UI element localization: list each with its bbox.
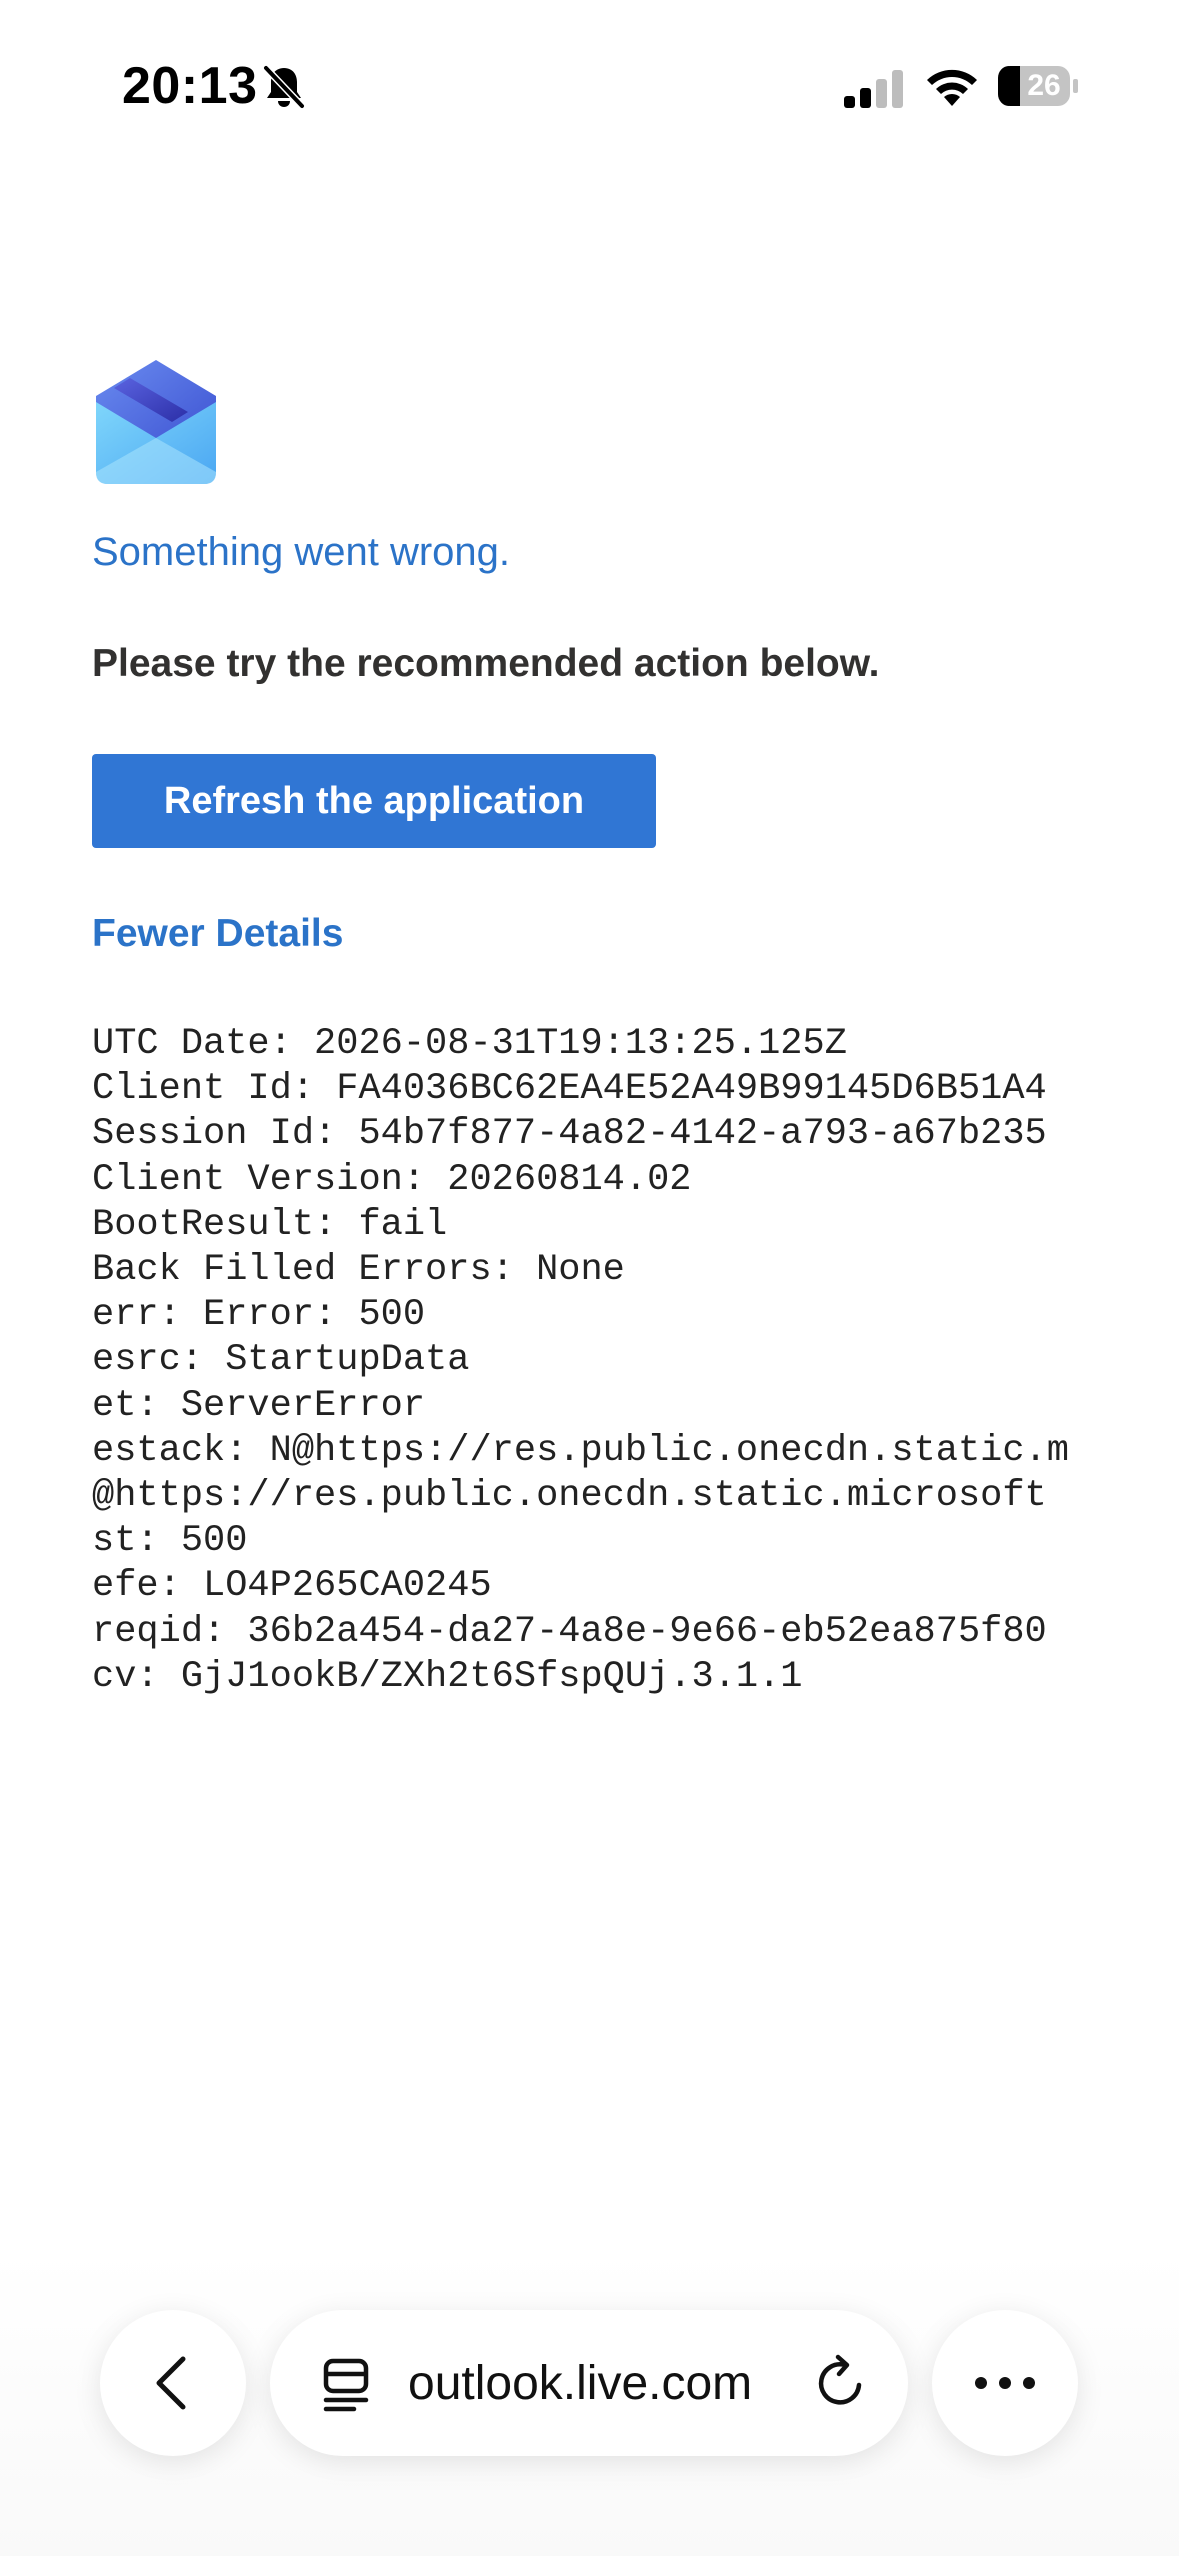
address-text[interactable]: outlook.live.com — [408, 2356, 752, 2412]
detail-reqid: reqid: 36b2a454-da27-4a8e-9e66-eb52ea875… — [92, 1610, 1047, 1653]
detail-session-id: Session Id: 54b7f877-4a82-4142-a793-a67b… — [92, 1113, 1047, 1156]
detail-efe: efe: LO4P265CA0245 — [92, 1565, 492, 1608]
error-title: Something went wrong. — [92, 530, 511, 574]
detail-err: err: Error: 500 — [92, 1294, 426, 1337]
more-icon — [975, 2377, 1035, 2389]
detail-et: et: ServerError — [92, 1384, 426, 1427]
back-button[interactable] — [100, 2310, 246, 2456]
address-bar[interactable]: outlook.live.com — [270, 2310, 908, 2456]
reader-mode-icon[interactable] — [318, 2356, 374, 2412]
chevron-left-icon — [156, 2356, 186, 2410]
detail-back-filled-errors: Back Filled Errors: None — [92, 1249, 625, 1292]
detail-client-version: Client Version: 20260814.02 — [92, 1158, 692, 1201]
outlook-envelope-icon — [96, 360, 216, 484]
bell-off-icon — [262, 64, 306, 110]
wifi-icon — [927, 69, 977, 106]
detail-cv: cv: GjJ1ookB/ZXh2t6SfspQUj.3.1.1 — [92, 1655, 803, 1698]
detail-utc-date: UTC Date: 2026-08-31T19:13:25.125Z — [92, 1023, 847, 1065]
reload-icon[interactable] — [812, 2354, 870, 2412]
status-bar: 20:13 26 — [0, 0, 1179, 170]
detail-esrc: esrc: StartupData — [92, 1339, 470, 1382]
detail-client-id: Client Id: FA4036BC62EA4E52A49B99145D6B5… — [92, 1068, 1047, 1111]
error-details: UTC Date: 2026-08-31T19:13:25.125Z Clien… — [92, 1022, 1179, 1700]
detail-boot-result: BootResult: fail — [92, 1203, 448, 1246]
fewer-details-link[interactable]: Fewer Details — [92, 912, 343, 956]
status-time: 20:13 — [122, 57, 258, 115]
cellular-signal-icon — [844, 70, 903, 108]
detail-st: st: 500 — [92, 1520, 248, 1563]
refresh-application-button[interactable]: Refresh the application — [92, 754, 656, 848]
error-subtitle: Please try the recommended action below. — [92, 642, 880, 685]
battery-level: 26 — [1027, 69, 1061, 102]
detail-estack-continued: @https://res.public.onecdn.static.micros… — [92, 1475, 1047, 1518]
detail-estack: estack: N@https://res.public.onecdn.stat… — [92, 1429, 1069, 1472]
more-options-button[interactable] — [932, 2310, 1078, 2456]
